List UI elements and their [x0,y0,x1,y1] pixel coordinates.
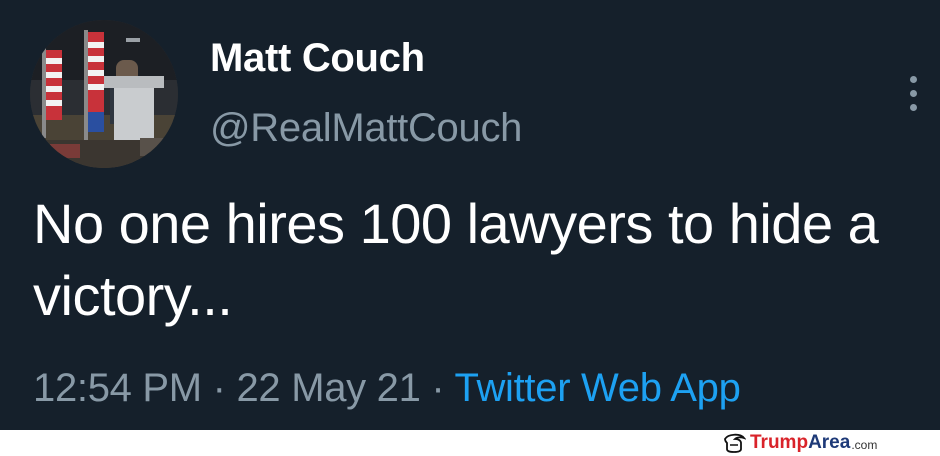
watermark: Trump Area .com [722,432,877,454]
tweet-date[interactable]: 22 May 21 [236,366,420,410]
meta-separator: · [431,366,455,410]
meta-separator: · [212,366,237,410]
display-name[interactable]: Matt Couch [210,36,425,81]
tweet-metadata: 12:54 PM · 22 May 21 · Twitter Web App [33,366,741,411]
more-dot [910,90,917,97]
more-dot [910,76,917,83]
tweet-time[interactable]: 12:54 PM [33,366,202,410]
tweet-card: Matt Couch @RealMattCouch No one hires 1… [0,0,940,430]
more-vertical-icon[interactable] [900,72,928,116]
avatar-photo-icon [30,20,178,168]
trump-hair-logo-icon [724,433,746,453]
watermark-trump: Trump [750,432,809,453]
watermark-suffix: .com [851,438,878,452]
watermark-area: Area [808,432,851,453]
tweet-source-link[interactable]: Twitter Web App [455,366,741,410]
avatar[interactable] [30,20,178,168]
username-handle[interactable]: @RealMattCouch [210,106,522,151]
more-dot [910,104,917,111]
tweet-text: No one hires 100 lawyers to hide a victo… [33,192,879,327]
